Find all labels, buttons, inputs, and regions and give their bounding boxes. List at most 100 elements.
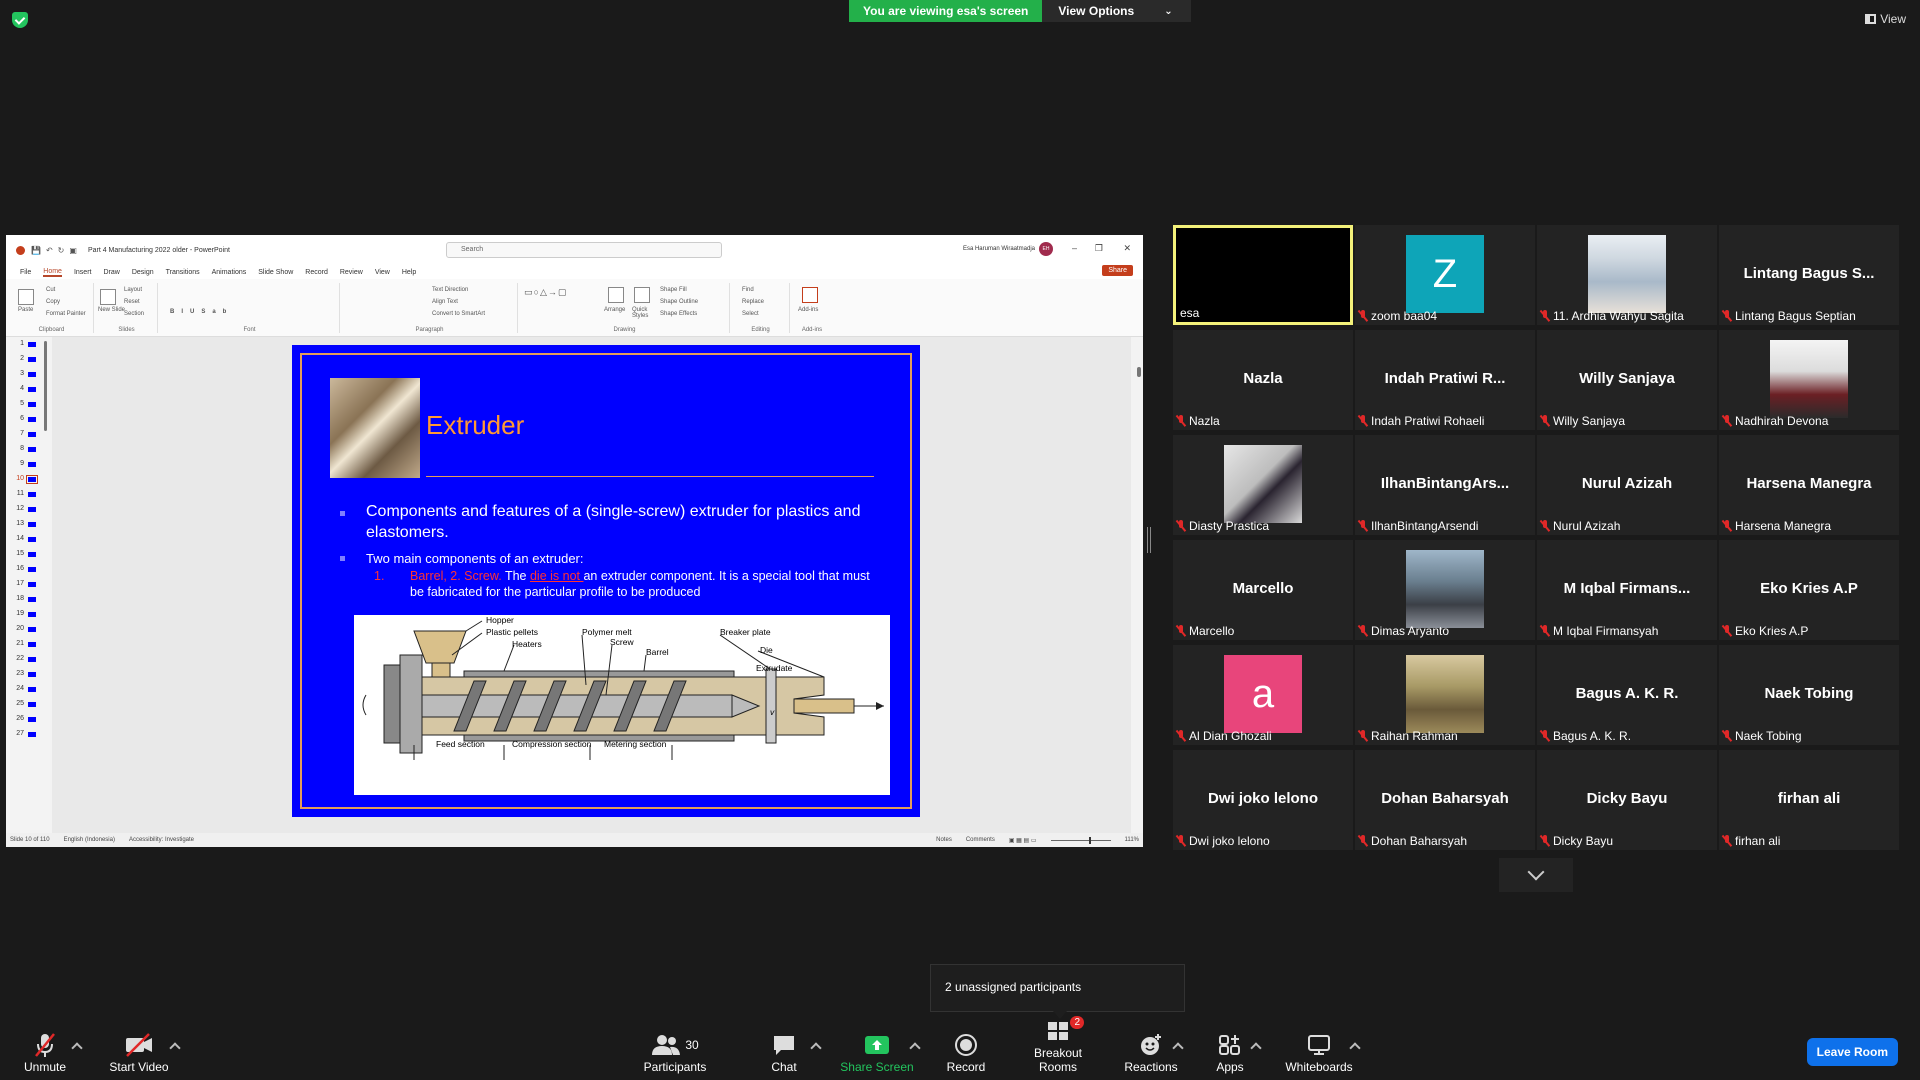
zoom-slider (1050, 836, 1111, 844)
unmute-button[interactable]: Unmute (22, 1032, 68, 1074)
slide-thumbnail-preview (28, 417, 36, 422)
slide-thumbnail: 8 (6, 442, 48, 457)
participant-tile[interactable]: a Al Dian Ghozali (1173, 645, 1353, 745)
slide-thumbnail: 24 (6, 682, 48, 697)
splitter-handle[interactable] (1147, 527, 1151, 553)
font-group-label: Font (243, 327, 256, 333)
participant-tile[interactable]: Harsena Manegra Harsena Manegra (1719, 435, 1899, 535)
view-options-button[interactable]: View Options ⌄ (1042, 0, 1191, 22)
chat-options-caret[interactable] (810, 1042, 822, 1054)
participant-tile[interactable]: esa (1173, 225, 1353, 325)
leave-room-button[interactable]: Leave Room (1806, 1038, 1898, 1066)
participant-tile[interactable]: Dohan Baharsyah Dohan Baharsyah (1355, 750, 1535, 850)
paste-icon (18, 289, 34, 305)
participant-tile[interactable]: firhan ali firhan ali (1719, 750, 1899, 850)
video-options-caret[interactable] (169, 1042, 181, 1054)
participant-tile[interactable]: Indah Pratiwi R... Indah Pratiwi Rohaeli (1355, 330, 1535, 430)
participant-tile[interactable]: Eko Kries A.P Eko Kries A.P (1719, 540, 1899, 640)
record-button[interactable]: Record (944, 1032, 988, 1074)
next-page-chevron-icon[interactable] (1499, 858, 1573, 892)
participant-label: M Iqbal Firmansyah (1541, 624, 1658, 638)
apps-options-caret[interactable] (1250, 1042, 1262, 1054)
participants-button[interactable]: 30 Participants (640, 1032, 710, 1074)
participant-tile[interactable]: Lintang Bagus S... Lintang Bagus Septian (1719, 225, 1899, 325)
whiteboard-icon (1282, 1032, 1356, 1058)
new-slide-icon (100, 289, 116, 305)
chat-button[interactable]: Chat (762, 1032, 806, 1074)
reactions-button[interactable]: Reactions (1124, 1032, 1178, 1074)
mic-muted-icon (1177, 835, 1185, 847)
subbullet-red-text: Barrel, 2. Screw. (410, 569, 502, 583)
participant-tile[interactable]: Dicky Bayu Dicky Bayu (1537, 750, 1717, 850)
participant-tile[interactable]: Bagus A. K. R. Bagus A. K. R. (1537, 645, 1717, 745)
slide-thumbnail-number: 19 (16, 610, 24, 617)
minimize-icon: – (1071, 243, 1077, 253)
participant-tile[interactable]: Dwi joko lelono Dwi joko lelono (1173, 750, 1353, 850)
reset-label: Reset (124, 299, 140, 305)
select-label: Select (742, 311, 759, 317)
participant-tile[interactable]: Dimas Aryanto (1355, 540, 1535, 640)
participant-tile[interactable]: M Iqbal Firmans... M Iqbal Firmansyah (1537, 540, 1717, 640)
powerpoint-logo-icon (16, 245, 25, 255)
participant-label: 11. Ardhia Wahyu Sagita (1541, 309, 1684, 323)
participant-tile[interactable]: Nadhirah Devona (1719, 330, 1899, 430)
undo-icon: ↶ (45, 245, 53, 255)
participant-tile[interactable]: Diasty Prastica (1173, 435, 1353, 535)
participant-label: Nazla (1177, 414, 1220, 428)
share-screen-button[interactable]: Share Screen (838, 1032, 916, 1074)
slide-thumbnail-number: 18 (16, 595, 24, 602)
subbullet-text: Barrel, 2. Screw. The die is not an extr… (410, 568, 876, 600)
slide-bullet-2: Two main components of an extruder: (342, 551, 584, 566)
participant-label: Dimas Aryanto (1359, 624, 1449, 638)
whiteboards-button[interactable]: Whiteboards (1282, 1032, 1356, 1074)
audio-options-caret[interactable] (71, 1042, 83, 1054)
slide-thumbnail: 9 (6, 457, 48, 472)
slide-thumbnail-preview (28, 552, 36, 557)
quick-styles-label: Quick Styles (632, 307, 649, 319)
participant-name: Diasty Prastica (1189, 519, 1270, 533)
slide-thumbnail-number: 25 (16, 700, 24, 707)
share-screen-icon (838, 1032, 916, 1058)
slide-thumbnail-number: 12 (16, 505, 24, 512)
participants-icon: 30 (640, 1032, 710, 1058)
participant-label: Dwi joko lelono (1177, 834, 1270, 848)
meeting-toolbar: Unmute Start Video 30 Participants Chat … (0, 1016, 1920, 1080)
slide-thumbnail-preview (28, 462, 36, 467)
participant-name: Nazla (1189, 414, 1220, 428)
slide-thumbnail-preview (28, 717, 36, 722)
slide-thumbnail-number: 7 (20, 430, 24, 437)
security-shield-icon[interactable] (12, 12, 28, 28)
participant-tile[interactable]: IlhanBintangArs... IlhanBintangArsendi (1355, 435, 1535, 535)
start-video-button[interactable]: Start Video (108, 1032, 170, 1074)
slide-thumbnail: 5 (6, 397, 48, 412)
ppt-user-name: Esa Haruman Wiraatmadja (962, 246, 1035, 252)
participant-tile[interactable]: Naek Tobing Naek Tobing (1719, 645, 1899, 745)
slide-thumbnail-preview (28, 672, 36, 677)
breakout-rooms-button[interactable]: 2 Breakout Rooms (1014, 1016, 1102, 1074)
status-accessibility: Accessibility: Investigate (128, 837, 194, 843)
participant-photo (1770, 340, 1848, 418)
view-button[interactable]: View (1865, 12, 1906, 26)
section-label: Section (124, 311, 145, 317)
participant-tile[interactable]: Nurul Azizah Nurul Azizah (1537, 435, 1717, 535)
mic-muted-icon (1723, 310, 1731, 322)
participant-tile[interactable]: 11. Ardhia Wahyu Sagita (1537, 225, 1717, 325)
slide-thumbnail: 2 (6, 352, 48, 367)
editing-group-label: Editing (751, 327, 770, 333)
participant-tile[interactable]: Raihan Rahman (1355, 645, 1535, 745)
participant-label: zoom baa04 (1359, 309, 1437, 323)
apps-button[interactable]: Apps (1210, 1032, 1250, 1074)
participant-tile[interactable]: Marcello Marcello (1173, 540, 1353, 640)
participant-tile[interactable]: Willy Sanjaya Willy Sanjaya (1537, 330, 1717, 430)
participant-label: Indah Pratiwi Rohaeli (1359, 414, 1484, 428)
ppt-share-button: Share (1102, 265, 1133, 276)
participant-tile[interactable]: Nazla Nazla (1173, 330, 1353, 430)
slide-thumbnail-number: 26 (16, 715, 24, 722)
participant-label: firhan ali (1723, 834, 1780, 848)
save-icon: 💾 (31, 245, 41, 255)
label-polymer-melt: Polymer melt (582, 627, 632, 637)
participant-tile[interactable]: Zzoom baa04 (1355, 225, 1535, 325)
tab-insert: Insert (73, 268, 92, 276)
clipboard-group-label: Clipboard (38, 327, 65, 333)
label-compression-section: Compression section (512, 739, 592, 749)
